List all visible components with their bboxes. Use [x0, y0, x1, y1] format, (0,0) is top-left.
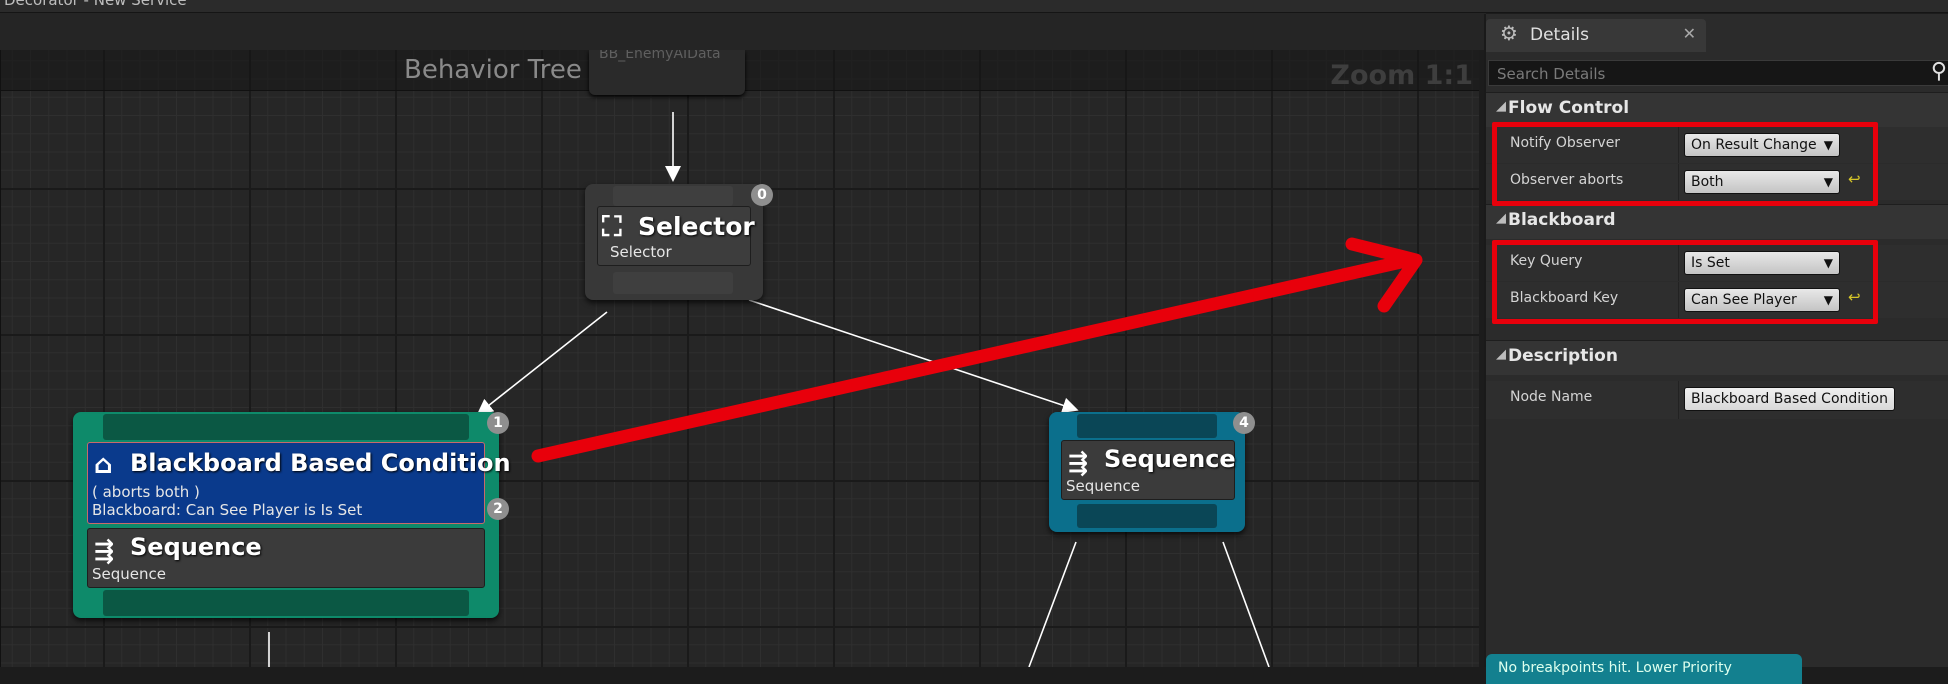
property-label: Node Name — [1510, 389, 1593, 405]
highlight-blackboard — [1492, 240, 1878, 324]
collapse-triangle-icon[interactable]: ◢ — [1496, 347, 1506, 362]
decorator-blackboard-condition[interactable]: ⌂ Blackboard Based Condition ( aborts bo… — [87, 442, 511, 524]
toolbar-area — [0, 13, 1486, 50]
right-order-badge: 4 — [1233, 412, 1255, 434]
selector-input-pin[interactable] — [613, 186, 733, 206]
left-composite-node[interactable]: ⌂ Blackboard Based Condition ( aborts bo… — [73, 412, 511, 618]
debugger-status-chip: No breakpoints hit. Lower Priority — [1486, 654, 1802, 684]
category-blackboard[interactable]: ◢ Blackboard — [1486, 204, 1948, 239]
decorator-title: Blackboard Based Condition — [130, 449, 511, 477]
selector-body: ⛶ Selector Selector — [597, 206, 755, 266]
right-input-pin[interactable] — [1077, 414, 1217, 438]
category-title: Flow Control — [1508, 98, 1630, 118]
right-sequence-node[interactable]: ⇶ Sequence Sequence 4 — [1049, 412, 1255, 532]
decorator-aborts-text: ( aborts both ) — [92, 483, 200, 501]
search-input[interactable] — [1495, 63, 1919, 85]
category-title: Description — [1508, 346, 1618, 366]
selector-title: Selector — [638, 212, 755, 241]
category-title: Blackboard — [1508, 210, 1616, 230]
window-title-bar: Decorator - New Service — [0, 0, 1948, 13]
collapse-triangle-icon[interactable]: ◢ — [1496, 99, 1506, 114]
behavior-tree-graph[interactable]: Behavior Tree Zoom 1:1 BB_EnemyAIData ⛶ … — [0, 50, 1479, 667]
sequence-icon: ⇶ — [94, 537, 115, 565]
details-tab-title: Details — [1530, 25, 1589, 45]
selector-order-badge: 0 — [751, 184, 773, 206]
close-icon[interactable]: ✕ — [1683, 24, 1696, 43]
left-sequence-title: Sequence — [130, 533, 262, 561]
left-input-pin[interactable] — [103, 414, 469, 440]
window-title: Decorator - New Service — [4, 0, 187, 9]
selector-icon: ⛶ — [602, 210, 622, 243]
edge-right-down-2 — [1222, 541, 1270, 667]
details-empty-area — [1486, 419, 1948, 667]
right-sequence-body: ⇶ Sequence Sequence — [1061, 440, 1236, 500]
debugger-status-text: No breakpoints hit. Lower Priority — [1498, 660, 1732, 676]
left-output-pin[interactable] — [103, 590, 469, 616]
right-sequence-icon: ⇶ — [1068, 449, 1089, 477]
selector-node[interactable]: ⛶ Selector Selector 0 — [585, 184, 773, 300]
row-separator — [1678, 381, 1679, 419]
left-sequence-subtitle: Sequence — [92, 565, 166, 583]
collapse-triangle-icon[interactable]: ◢ — [1496, 211, 1506, 226]
highlight-flow-control — [1492, 122, 1878, 206]
details-panel: ⚙ Details ✕ ⚲ ◢ Flow Control Notify Obse… — [1484, 14, 1948, 684]
right-sequence-title: Sequence — [1104, 445, 1236, 473]
category-description[interactable]: ◢ Description — [1486, 340, 1948, 375]
decorator-blackboard-text: Blackboard: Can See Player is Is Set — [92, 501, 363, 519]
details-gear-icon: ⚙ — [1500, 21, 1518, 45]
decorator-icon: ⌂ — [94, 450, 113, 480]
left-order-badge: 1 — [487, 412, 509, 434]
search-icon[interactable]: ⚲ — [1931, 59, 1947, 84]
right-output-pin[interactable] — [1077, 504, 1217, 528]
right-sequence-subtitle: Sequence — [1066, 477, 1140, 495]
left-sequence-body[interactable]: ⇶ Sequence Sequence — [87, 528, 485, 588]
decorator-order-badge: 2 — [487, 498, 509, 520]
property-row-node-name: Node Name Blackboard Based Condition — [1486, 381, 1948, 419]
details-tab[interactable]: ⚙ Details ✕ — [1486, 19, 1706, 52]
edge-selector-to-right — [748, 299, 1079, 414]
edge-selector-to-left — [476, 311, 608, 415]
details-search[interactable]: ⚲ — [1488, 59, 1948, 86]
selector-output-pin[interactable] — [613, 272, 733, 294]
edge-right-down-1 — [1028, 541, 1077, 667]
selector-subtitle: Selector — [610, 243, 672, 261]
node-name-field[interactable]: Blackboard Based Condition — [1684, 387, 1895, 411]
